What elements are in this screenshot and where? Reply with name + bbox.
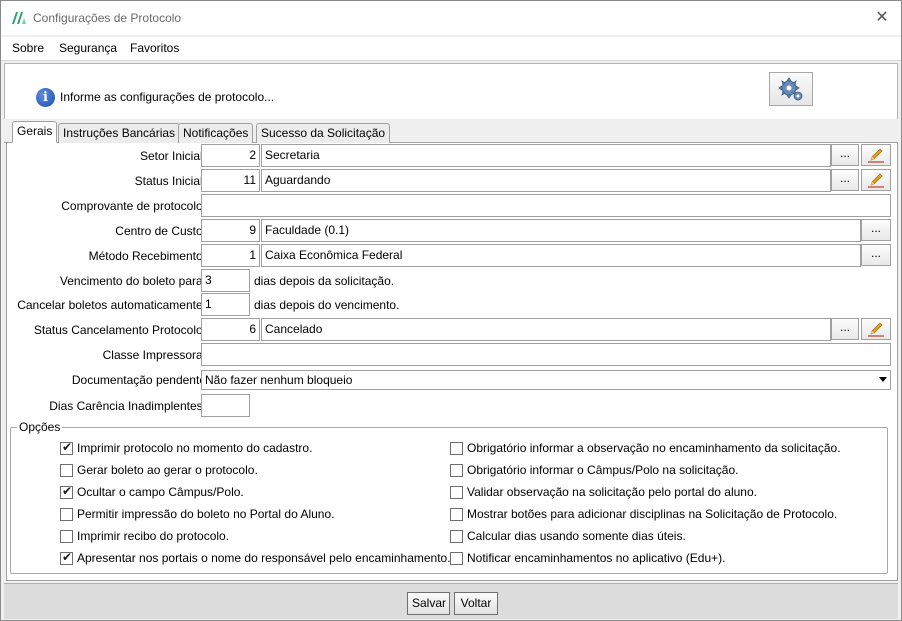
option-label: Ocultar o campo Câmpus/Polo. (77, 485, 244, 499)
documentacao-pendente-label: Documentação pendente (71, 373, 206, 387)
status-inicial-code-field[interactable]: 11 (201, 169, 260, 192)
setor-inicial-code-field[interactable]: 2 (201, 144, 260, 167)
status-inicial-edit-button[interactable] (861, 169, 891, 191)
setor-inicial-lookup-button[interactable]: ... (831, 144, 859, 166)
vencimento-label: Vencimento do boleto para: (59, 274, 206, 288)
checkmark-icon: ✔ (62, 550, 73, 564)
metodo-recebimento-name-field[interactable]: Caixa Econômica Federal (261, 244, 861, 267)
option-label: Imprimir protocolo no momento do cadastr… (77, 441, 313, 455)
status-inicial-lookup-button[interactable]: ... (831, 169, 859, 191)
close-icon: ✕ (875, 9, 889, 26)
tab-bar: Gerais Instruções Bancárias Notificações… (4, 121, 898, 143)
option-label: Notificar encaminhamentos no aplicativo … (467, 551, 726, 565)
save-button[interactable]: Salvar (407, 592, 450, 615)
option-label: Validar observação na solicitação pelo p… (467, 485, 757, 499)
centro-custo-name-field[interactable]: Faculdade (0.1) (261, 219, 861, 242)
title-bar: Configurações de Protocolo ✕ (1, 1, 901, 35)
checkbox[interactable]: ✔ (60, 440, 73, 455)
vencimento-suffix: dias depois da solicitação. (254, 274, 395, 288)
checkbox[interactable] (450, 508, 463, 521)
pencil-icon (868, 148, 884, 163)
options-legend: Opções (17, 420, 63, 434)
cancelar-boletos-label: Cancelar boletos automaticamente: (17, 298, 206, 312)
back-button[interactable]: Voltar (454, 592, 498, 615)
option-label: Obrigatório informar a observação no enc… (467, 441, 841, 455)
centro-custo-code-field[interactable]: 9 (201, 219, 260, 242)
menu-bar: Sobre Segurança Favoritos (1, 37, 901, 61)
option-label: Apresentar nos portais o nome do respons… (77, 551, 451, 565)
gears-icon (778, 77, 803, 101)
tab-instrucoes-bancarias[interactable]: Instruções Bancárias (58, 123, 181, 143)
option-label: Calcular dias usando somente dias úteis. (467, 529, 686, 543)
footer-bar: Salvar Voltar (4, 583, 898, 619)
tab-notificacoes[interactable]: Notificações (178, 123, 254, 143)
checkbox[interactable] (60, 508, 73, 521)
tab-notificacoes-label: Notificações (183, 126, 249, 140)
classe-impressora-label: Classe Impressora: (102, 348, 206, 362)
checkbox[interactable] (450, 442, 463, 455)
app-logo-icon (12, 12, 26, 24)
window: Configurações de Protocolo ✕ Sobre Segur… (0, 0, 902, 621)
status-inicial-name-field[interactable]: Aguardando (261, 169, 831, 192)
tab-sucesso-solicitacao[interactable]: Sucesso da Solicitação (256, 123, 391, 143)
option-label: Imprimir recibo do protocolo. (77, 529, 230, 543)
pencil-icon (868, 322, 884, 337)
option-label: Permitir impressão do boleto no Portal d… (77, 507, 335, 521)
documentacao-pendente-value: Não fazer nenhum bloqueio (205, 373, 353, 387)
checkbox[interactable] (450, 464, 463, 477)
checkmark-icon: ✔ (62, 440, 73, 454)
setor-inicial-label: Setor Inicial: (139, 149, 206, 163)
metodo-recebimento-lookup-button[interactable]: ... (861, 244, 891, 266)
checkbox[interactable] (450, 486, 463, 499)
option-label: Obrigatório informar o Câmpus/Polo na so… (467, 463, 739, 477)
window-title: Configurações de Protocolo (33, 11, 182, 25)
checkbox[interactable]: ✔ (60, 550, 73, 565)
tab-gerais-label: Gerais (17, 124, 53, 138)
option-label: Gerar boleto ao gerar o protocolo. (77, 463, 258, 477)
cancelar-boletos-days-field[interactable]: 1 (201, 293, 250, 316)
checkbox[interactable]: ✔ (60, 484, 73, 499)
comprovante-field[interactable] (201, 194, 891, 217)
checkbox[interactable] (60, 530, 73, 543)
settings-button[interactable] (769, 72, 813, 106)
centro-custo-lookup-button[interactable]: ... (861, 219, 891, 241)
cancelar-boletos-suffix: dias depois do vencimento. (254, 298, 400, 312)
info-icon: i (36, 88, 55, 107)
close-button[interactable]: ✕ (871, 7, 893, 29)
info-panel: i Informe as configurações de protocolo.… (4, 63, 898, 119)
classe-impressora-field[interactable] (201, 343, 891, 366)
dias-carencia-field[interactable] (201, 394, 250, 417)
documentacao-pendente-select[interactable]: Não fazer nenhum bloqueio (201, 370, 891, 390)
checkmark-icon: ✔ (62, 484, 73, 498)
metodo-recebimento-code-field[interactable]: 1 (201, 244, 260, 267)
dias-carencia-label: Dias Carência Inadimplentes: (49, 399, 206, 413)
status-cancelamento-code-field[interactable]: 6 (201, 318, 260, 341)
status-inicial-label: Status Inicial: (134, 174, 206, 188)
checkbox[interactable] (450, 530, 463, 543)
comprovante-label: Comprovante de protocolo: (61, 199, 206, 213)
status-cancelamento-edit-button[interactable] (861, 318, 891, 340)
menu-sobre[interactable]: Sobre (12, 41, 44, 55)
vencimento-days-field[interactable]: 3 (201, 269, 250, 292)
menu-seguranca[interactable]: Segurança (59, 41, 117, 55)
metodo-recebimento-label: Método Recebimento: (88, 249, 206, 263)
tab-sucesso-label: Sucesso da Solicitação (261, 126, 386, 140)
menu-favoritos[interactable]: Favoritos (130, 41, 179, 55)
option-label: Mostrar botões para adicionar disciplina… (467, 507, 838, 521)
tab-gerais[interactable]: Gerais (12, 121, 58, 143)
checkbox[interactable] (60, 464, 73, 477)
status-cancelamento-lookup-button[interactable]: ... (831, 318, 859, 340)
info-text: Informe as configurações de protocolo... (60, 90, 275, 104)
pencil-icon (868, 173, 884, 188)
setor-inicial-edit-button[interactable] (861, 144, 891, 166)
checkbox[interactable] (450, 552, 463, 565)
status-cancelamento-name-field[interactable]: Cancelado (261, 318, 831, 341)
chevron-down-icon (879, 377, 887, 382)
centro-custo-label: Centro de Custo: (115, 224, 206, 238)
status-cancelamento-label: Status Cancelamento Protocolo: (33, 323, 206, 337)
tab-instrucoes-label: Instruções Bancárias (63, 126, 176, 140)
setor-inicial-name-field[interactable]: Secretaria (261, 144, 831, 167)
